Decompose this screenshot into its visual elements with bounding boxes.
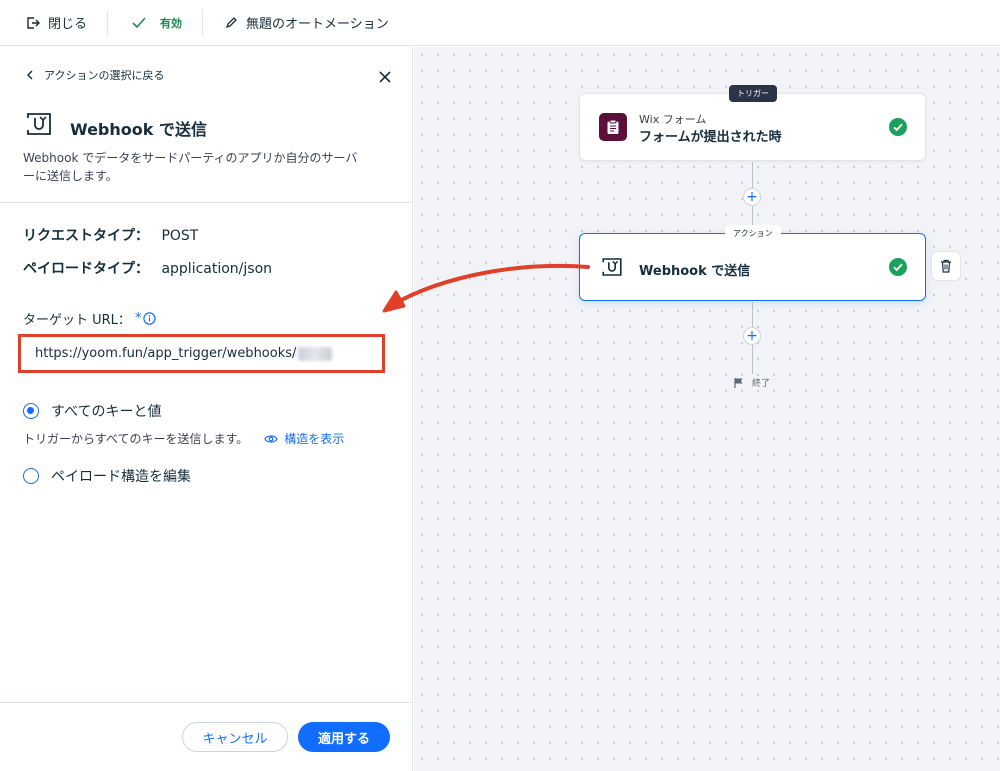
eye-icon (264, 434, 278, 443)
radio-edit-payload[interactable]: ペイロード構造を編集 (23, 466, 191, 486)
trigger-title: フォームが提出された時 (639, 130, 782, 145)
action-badge: アクション (725, 225, 781, 242)
payload-type-row: ペイロードタイプ： application/json (23, 258, 272, 278)
request-type-value: POST (161, 228, 199, 244)
panel-description: Webhook でデータをサードパーティのアプリか自分のサーバーに送信します。 (23, 151, 358, 183)
target-url-label-text: ターゲット URL： (23, 313, 131, 328)
panel-title: Webhook で送信 (70, 120, 207, 139)
automation-title: 無題のオートメーション (246, 17, 389, 32)
payload-type-label: ペイロードタイプ： (23, 261, 149, 277)
request-type-label: リクエストタイプ： (23, 228, 149, 244)
close-icon[interactable] (378, 70, 392, 84)
close-label: 閉じる (48, 17, 88, 32)
add-step-button[interactable]: + (743, 188, 761, 206)
action-settings-panel: アクションの選択に戻る Webhook で送信 Webhook でデータをサード… (0, 47, 413, 771)
radio-all-keys[interactable]: すべてのキーと値 (23, 401, 161, 421)
target-url-label: ターゲット URL： * (23, 309, 157, 328)
success-check-icon (889, 258, 907, 276)
wix-forms-icon (599, 113, 627, 141)
target-url-value: https://yoom.fun/app_trigger/webhooks/ (35, 346, 297, 361)
target-url-input[interactable]: https://yoom.fun/app_trigger/webhooks/ (18, 334, 385, 373)
automation-title-edit[interactable]: 無題のオートメーション (203, 0, 389, 45)
automation-canvas[interactable]: トリガー Wix フォーム フォームが提出された時 + アクション Webhoo… (414, 47, 1000, 771)
info-icon[interactable] (143, 312, 157, 325)
trigger-card[interactable]: トリガー Wix フォーム フォームが提出された時 (579, 85, 926, 161)
radio-selected-indicator (23, 403, 39, 419)
cancel-button[interactable]: キャンセル (182, 722, 288, 752)
request-type-row: リクエストタイプ： POST (23, 225, 198, 245)
status-label: 有効 (160, 16, 183, 30)
webhook-icon (27, 113, 51, 135)
radio-all-keys-description: トリガーからすべてのキーを送信します。 構造を表示 (23, 430, 344, 447)
trigger-app-name: Wix フォーム (639, 113, 707, 126)
back-to-action-select-link[interactable]: アクションの選択に戻る (26, 67, 164, 83)
apply-button[interactable]: 適用する (298, 722, 390, 752)
end-marker: 終了 (734, 376, 770, 389)
flag-icon (734, 378, 743, 388)
back-label: アクションの選択に戻る (44, 69, 165, 82)
chevron-left-icon (27, 70, 33, 80)
radio-unselected-indicator (23, 468, 39, 484)
status-active-toggle[interactable]: 有効 (108, 0, 202, 45)
add-step-button[interactable]: + (743, 327, 761, 345)
action-card[interactable]: アクション Webhook で送信 (579, 225, 926, 301)
radio-all-keys-label: すべてのキーと値 (51, 404, 162, 420)
radio-all-keys-desc-text: トリガーからすべてのキーを送信します。 (23, 432, 249, 446)
action-title: Webhook で送信 (639, 264, 751, 279)
required-marker: * (134, 311, 142, 326)
trash-icon (941, 259, 951, 273)
exit-icon (27, 16, 40, 29)
check-icon (132, 16, 146, 28)
trigger-badge: トリガー (729, 85, 777, 102)
show-structure-link[interactable]: 構造を表示 (264, 430, 344, 447)
pencil-icon (225, 17, 237, 29)
payload-type-value: application/json (161, 261, 273, 277)
show-structure-label: 構造を表示 (284, 432, 345, 446)
radio-edit-payload-label: ペイロード構造を編集 (51, 469, 191, 485)
redacted-url-segment (298, 346, 333, 361)
close-button[interactable]: 閉じる (0, 0, 107, 45)
webhook-icon (602, 258, 622, 276)
delete-step-button[interactable] (931, 251, 961, 281)
divider (0, 702, 413, 703)
success-check-icon (889, 118, 907, 136)
top-bar: 閉じる 有効 無題のオートメーション (0, 0, 1000, 46)
divider (0, 202, 413, 203)
end-label: 終了 (752, 379, 771, 389)
